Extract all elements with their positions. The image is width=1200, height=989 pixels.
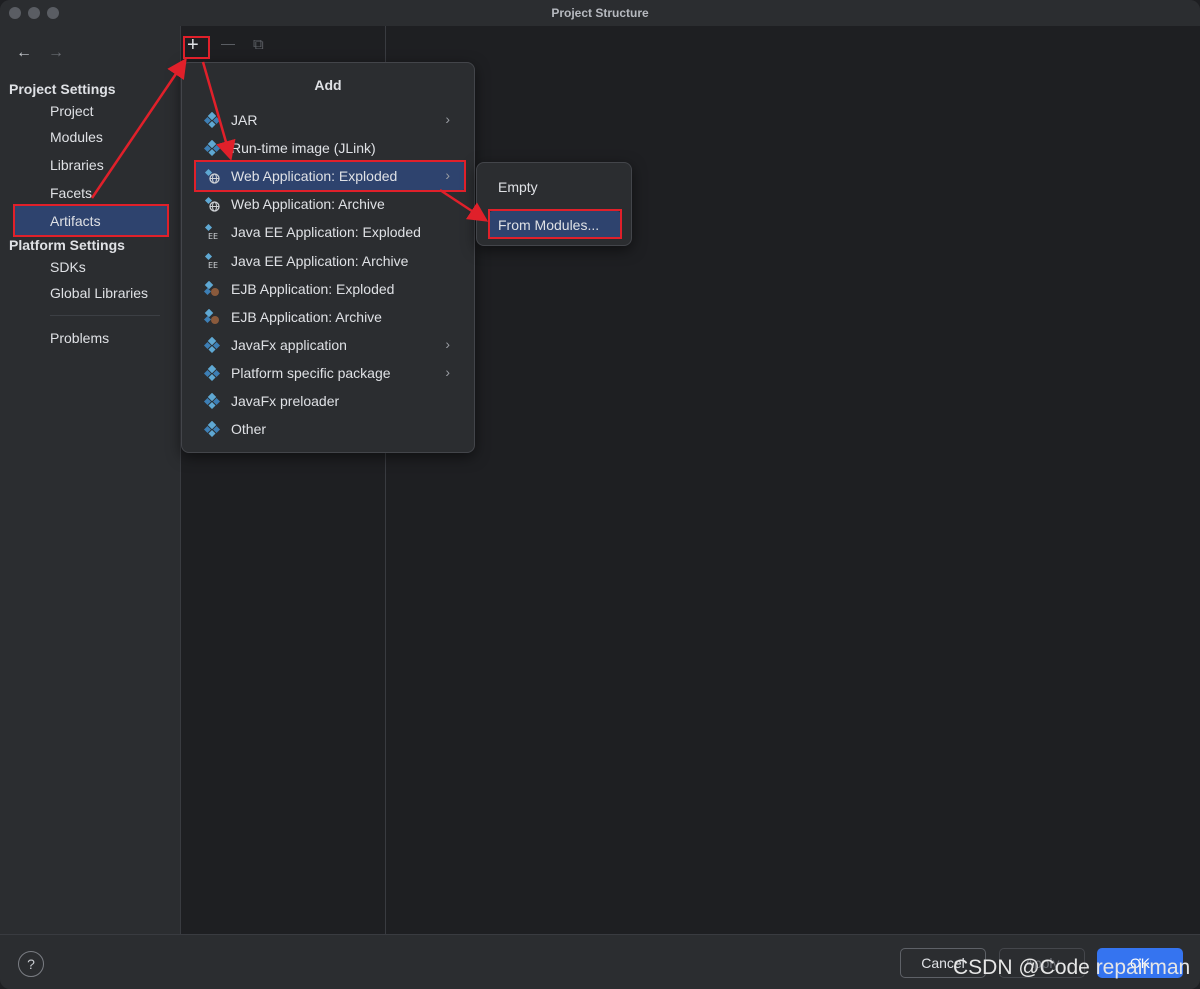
add-menu-item[interactable]: Other bbox=[194, 415, 466, 443]
chevron-right-icon: › bbox=[445, 335, 450, 352]
add-menu-title: Add bbox=[314, 77, 342, 93]
ejb-icon bbox=[203, 308, 220, 325]
add-menu-item[interactable]: EJB Application: Archive bbox=[194, 303, 466, 331]
sidebar-item-facets[interactable]: Facets bbox=[50, 185, 92, 201]
submenu-item-from-modules[interactable]: From Modules... bbox=[489, 211, 621, 239]
copy-icon[interactable]: ⧉ bbox=[253, 36, 264, 53]
add-menu-item-label: Java EE Application: Archive bbox=[231, 252, 409, 269]
add-icon[interactable]: + bbox=[187, 34, 199, 57]
add-menu-item[interactable]: Web Application: Exploded › bbox=[194, 162, 466, 191]
add-menu-item-label: Java EE Application: Exploded bbox=[231, 224, 421, 241]
add-menu-item-label: Web Application: Exploded bbox=[231, 168, 398, 185]
ejb-icon bbox=[203, 280, 220, 297]
add-menu-item[interactable]: EE Java EE Application: Archive bbox=[194, 247, 466, 275]
sidebar-item-project[interactable]: Project bbox=[50, 103, 94, 119]
web-exploded-submenu: Empty From Modules... bbox=[476, 162, 632, 246]
add-menu-item-label: JavaFx preloader bbox=[231, 393, 340, 409]
web-artifact-icon bbox=[204, 168, 220, 184]
add-menu-item[interactable]: EJB Application: Exploded bbox=[194, 275, 466, 303]
add-menu-item-label: Run-time image (JLink) bbox=[231, 140, 376, 157]
add-menu-item-label: EJB Application: Archive bbox=[231, 308, 382, 325]
title-bar: Project Structure bbox=[0, 0, 1200, 26]
artifact-icon bbox=[203, 336, 221, 353]
sidebar-item-global-libraries[interactable]: Global Libraries bbox=[50, 285, 148, 301]
javaee-icon: EE bbox=[204, 224, 220, 241]
watermark-text: CSDN @Code repairman bbox=[953, 956, 1191, 979]
back-arrow-icon[interactable]: ← bbox=[16, 44, 32, 62]
add-popup-menu: Add JAR › Run-time image (JLink) Web Applic… bbox=[181, 62, 475, 453]
chevron-right-icon: › bbox=[445, 167, 450, 184]
add-menu-item[interactable]: JavaFx preloader bbox=[194, 387, 466, 415]
svg-text:EE: EE bbox=[208, 261, 218, 269]
help-button[interactable]: ? bbox=[18, 951, 44, 977]
sidebar-item-sdks[interactable]: SDKs bbox=[50, 259, 86, 275]
add-menu-item-label: Platform specific package bbox=[231, 364, 391, 381]
add-menu-item[interactable]: Run-time image (JLink) bbox=[194, 134, 466, 162]
artifact-icon bbox=[203, 111, 221, 129]
submenu-item-empty[interactable]: Empty bbox=[489, 173, 621, 201]
window-title: Project Structure bbox=[551, 6, 649, 20]
forward-arrow-icon[interactable]: → bbox=[48, 44, 64, 62]
chevron-right-icon: › bbox=[445, 363, 450, 380]
add-menu-item-label: Web Application: Archive bbox=[231, 196, 385, 213]
project-settings-header: Project Settings bbox=[9, 81, 116, 97]
artifact-icon bbox=[203, 392, 221, 410]
add-menu-item[interactable]: JavaFx application › bbox=[194, 331, 466, 359]
platform-settings-header: Platform Settings bbox=[9, 237, 125, 253]
chevron-right-icon: › bbox=[445, 111, 450, 127]
add-menu-item-label: EJB Application: Exploded bbox=[231, 280, 395, 297]
sidebar-item-modules[interactable]: Modules bbox=[50, 129, 103, 145]
remove-icon[interactable]: — bbox=[221, 35, 235, 51]
submenu-item-label: Empty bbox=[498, 179, 538, 195]
sidebar-item-problems[interactable]: Problems bbox=[50, 330, 109, 346]
sidebar-item-artifacts[interactable]: Artifacts bbox=[50, 213, 101, 229]
javaee-icon: EE bbox=[204, 252, 220, 270]
add-menu-item[interactable]: JAR › bbox=[194, 106, 466, 134]
add-menu-item[interactable]: EE Java EE Application: Exploded bbox=[194, 218, 466, 246]
add-menu-item[interactable]: Platform specific package › bbox=[194, 359, 466, 387]
sidebar-item-libraries[interactable]: Libraries bbox=[50, 157, 104, 173]
artifact-icon bbox=[203, 364, 221, 381]
add-menu-item-label: JAR bbox=[231, 112, 258, 128]
add-menu-item[interactable]: Web Application: Archive bbox=[194, 190, 466, 218]
artifact-icon bbox=[203, 420, 221, 438]
project-structure-window: Project Structure ← → Project Settings P… bbox=[0, 0, 1200, 989]
add-menu-item-label: Other bbox=[231, 421, 267, 438]
sidebar-divider bbox=[50, 315, 160, 316]
submenu-item-label: From Modules... bbox=[498, 217, 600, 233]
web-artifact-icon bbox=[204, 196, 220, 212]
sidebar: ← → Project Settings Project Modules Lib… bbox=[0, 26, 180, 934]
svg-text:EE: EE bbox=[208, 232, 218, 240]
artifact-icon bbox=[203, 139, 221, 157]
add-menu-item-label: JavaFx application bbox=[231, 336, 347, 353]
